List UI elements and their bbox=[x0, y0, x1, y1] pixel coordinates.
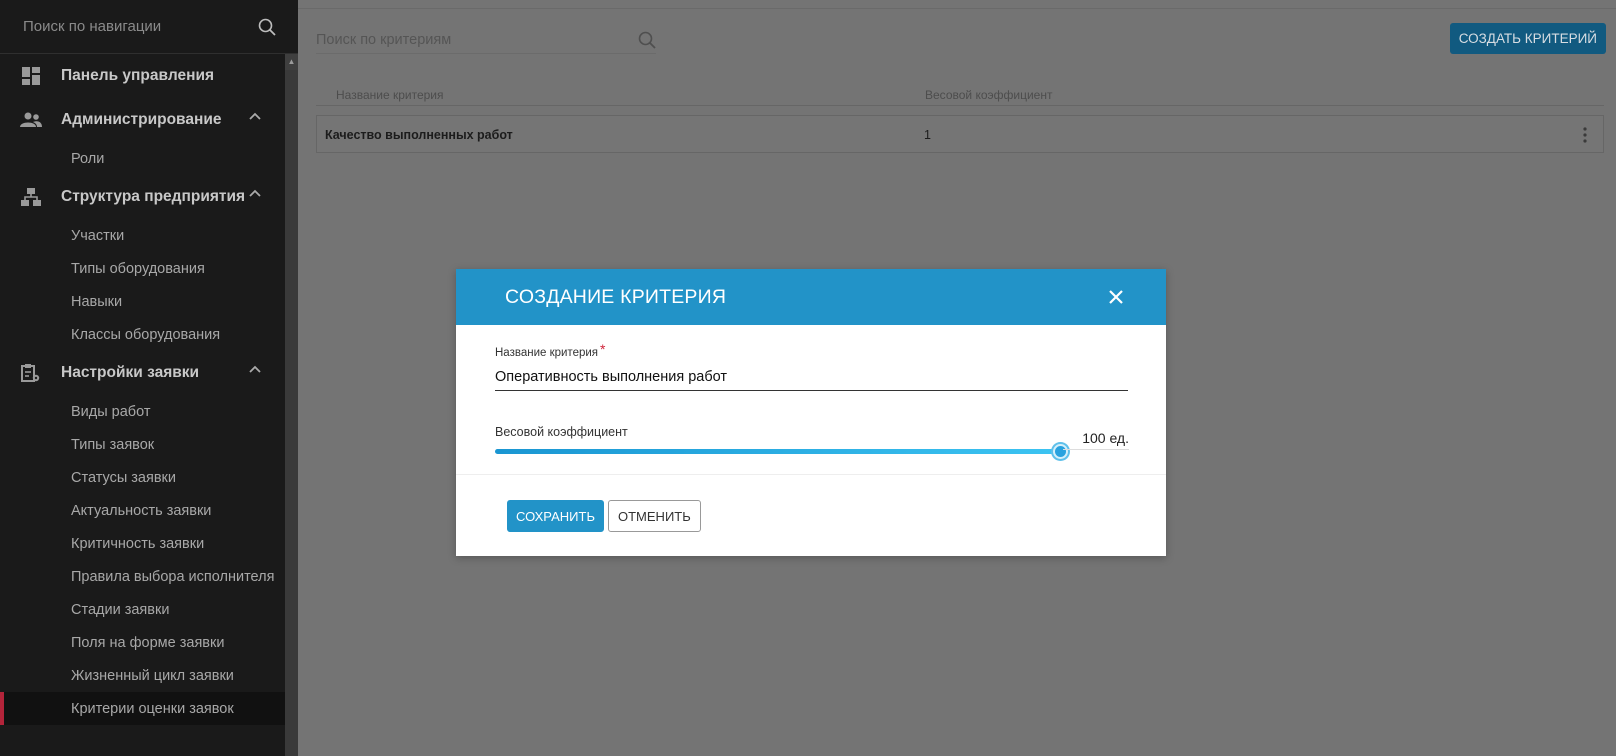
modal-header: СОЗДАНИЕ КРИТЕРИЯ bbox=[456, 269, 1166, 325]
sidebar-item-assignee-rules[interactable]: Правила выбора исполнителя bbox=[0, 560, 285, 593]
close-icon[interactable] bbox=[1108, 289, 1124, 305]
table-row[interactable]: Качество выполненных работ 1 bbox=[316, 115, 1604, 153]
create-criterion-button[interactable]: СОЗДАТЬ КРИТЕРИЙ bbox=[1449, 23, 1606, 54]
more-vertical-icon[interactable] bbox=[1583, 127, 1587, 143]
clipboard-settings-icon bbox=[20, 362, 42, 384]
sidebar-section-request-settings[interactable]: Настройки заявки bbox=[0, 351, 285, 395]
criterion-name-input[interactable] bbox=[495, 363, 1128, 391]
sidebar-item-sites[interactable]: Участки bbox=[0, 219, 285, 252]
chevron-up-icon[interactable] bbox=[249, 112, 261, 120]
sidebar-nav: Панель управления Администрирование Роли… bbox=[0, 54, 285, 725]
sidebar-section-label: Структура предприятия bbox=[61, 188, 246, 205]
sidebar-section-administration[interactable]: Администрирование bbox=[0, 98, 285, 142]
sidebar-item-request-stages[interactable]: Стадии заявки bbox=[0, 593, 285, 626]
weight-value: 100 ед. bbox=[1063, 430, 1129, 450]
criteria-search bbox=[316, 26, 656, 54]
criterion-name-label: Название критерия * bbox=[495, 341, 606, 359]
column-header-weight[interactable]: Весовой коэффициент bbox=[925, 88, 1052, 102]
sidebar-section-dashboard[interactable]: Панель управления bbox=[0, 54, 285, 98]
chevron-up-icon[interactable] bbox=[249, 189, 261, 197]
nav-search bbox=[0, 0, 298, 54]
sidebar-item-skills[interactable]: Навыки bbox=[0, 285, 285, 318]
sidebar-section-structure[interactable]: Структура предприятия bbox=[0, 175, 285, 219]
weight-slider-track[interactable] bbox=[495, 449, 1061, 454]
cancel-button[interactable]: ОТМЕНИТЬ bbox=[608, 500, 701, 532]
sidebar-section-label: Настройки заявки bbox=[61, 364, 200, 381]
scroll-up-arrow-icon[interactable]: ▲ bbox=[285, 54, 298, 70]
sidebar-section-label: Администрирование bbox=[61, 111, 222, 128]
required-marker: * bbox=[600, 341, 606, 357]
search-icon[interactable] bbox=[258, 18, 276, 36]
sidebar: Панель управления Администрирование Роли… bbox=[0, 0, 298, 756]
criterion-name-label-text: Название критерия bbox=[495, 347, 599, 359]
sidebar-item-form-fields[interactable]: Поля на форме заявки bbox=[0, 626, 285, 659]
sidebar-item-request-types[interactable]: Типы заявок bbox=[0, 428, 285, 461]
column-header-name[interactable]: Название критерия bbox=[336, 88, 444, 102]
sidebar-item-request-statuses[interactable]: Статусы заявки bbox=[0, 461, 285, 494]
sidebar-item-evaluation-criteria[interactable]: Критерии оценки заявок bbox=[0, 692, 285, 725]
criteria-search-input[interactable] bbox=[316, 31, 596, 48]
row-criterion-weight: 1 bbox=[924, 128, 931, 142]
modal-divider bbox=[456, 474, 1166, 475]
sidebar-item-request-relevance[interactable]: Актуальность заявки bbox=[0, 494, 285, 527]
sidebar-item-roles[interactable]: Роли bbox=[0, 142, 285, 175]
sidebar-section-label: Панель управления bbox=[61, 67, 215, 84]
dashboard-icon bbox=[20, 65, 42, 87]
sidebar-item-request-criticality[interactable]: Критичность заявки bbox=[0, 527, 285, 560]
sidebar-item-work-kinds[interactable]: Виды работ bbox=[0, 395, 285, 428]
org-structure-icon bbox=[20, 186, 42, 208]
save-button[interactable]: СОХРАНИТЬ bbox=[507, 500, 604, 532]
sidebar-item-equipment-classes[interactable]: Классы оборудования bbox=[0, 318, 285, 351]
sidebar-item-lifecycle[interactable]: Жизненный цикл заявки bbox=[0, 659, 285, 692]
weight-label: Весовой коэффициент bbox=[495, 425, 628, 439]
sidebar-item-equipment-types[interactable]: Типы оборудования bbox=[0, 252, 285, 285]
nav-search-input[interactable] bbox=[23, 18, 243, 35]
create-criterion-modal: СОЗДАНИЕ КРИТЕРИЯ Название критерия* Вес… bbox=[456, 269, 1166, 556]
chevron-up-icon[interactable] bbox=[249, 365, 261, 373]
sidebar-scrollbar[interactable]: ▲ bbox=[285, 54, 298, 756]
top-divider bbox=[298, 8, 1616, 9]
row-criterion-name: Качество выполненных работ bbox=[325, 128, 513, 142]
users-icon bbox=[20, 109, 42, 131]
modal-title: СОЗДАНИЕ КРИТЕРИЯ bbox=[505, 285, 727, 308]
search-icon[interactable] bbox=[638, 31, 656, 49]
table-header: Название критерия Весовой коэффициент bbox=[316, 86, 1604, 106]
